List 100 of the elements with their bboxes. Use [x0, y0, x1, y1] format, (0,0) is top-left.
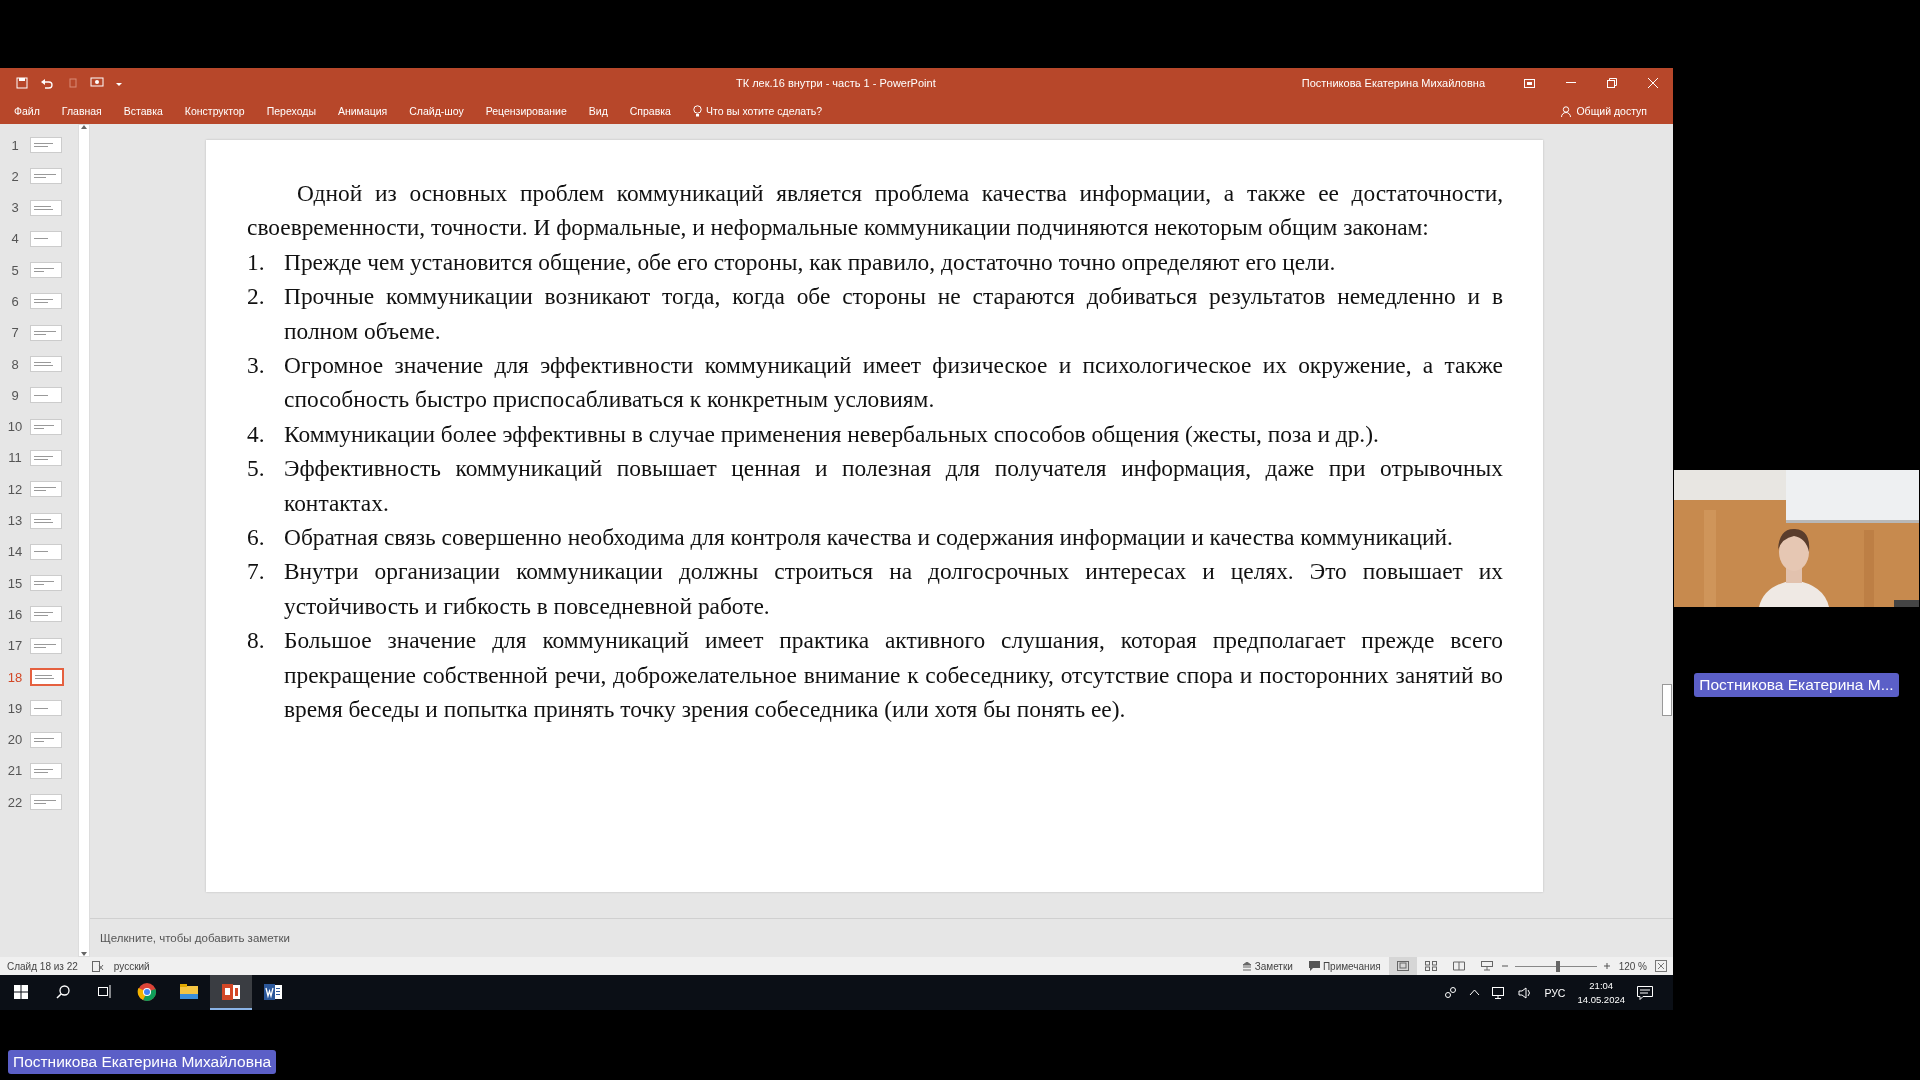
notes-placeholder[interactable]: Щелкните, чтобы добавить заметки [100, 932, 290, 944]
slide-thumbnail[interactable]: 6 [0, 290, 78, 313]
slide-thumbnail[interactable]: 22 [0, 791, 78, 814]
list-number: 3. [247, 351, 266, 381]
slide-thumbnail[interactable]: 14 [0, 540, 78, 563]
slide-preview [30, 481, 62, 498]
comments-button[interactable]: Примечания [1300, 960, 1389, 972]
slide-preview [30, 230, 62, 247]
language[interactable]: русский [113, 960, 150, 972]
slide-preview [30, 293, 62, 310]
slide-thumbnail[interactable]: 20 [0, 728, 78, 751]
list-item-text: Обратная связь совершенно необходима для контроля качества и содержания информации и качества коммуникаций. [284, 523, 1454, 553]
ribbon-tab[interactable]: Главная [61, 102, 102, 120]
slide-thumbnail[interactable]: 8 [0, 353, 78, 376]
window-title: ТК лек.16 внутри - часть 1 - PowerPoint [736, 77, 937, 89]
people-icon [1443, 985, 1458, 1000]
slide-thumbnail[interactable]: 3 [0, 196, 78, 219]
slide-thumbnail[interactable]: 10 [0, 415, 78, 438]
ribbon-tab[interactable]: Вид [588, 102, 608, 120]
slide-preview [30, 199, 62, 216]
slide-number: 16 [6, 606, 24, 622]
slide-thumbnail[interactable]: 19 [0, 697, 78, 720]
taskbar-app[interactable] [210, 975, 252, 1010]
slide-number: 5 [10, 262, 20, 278]
ribbon-tab[interactable]: Вставка [123, 102, 163, 120]
slide-preview [30, 262, 62, 279]
slide-preview [30, 700, 62, 717]
normal-view-button[interactable] [1388, 957, 1417, 975]
slide-preview [30, 543, 62, 560]
list-item-text: Прежде чем установится общение, обе его стороны, как правило, достаточно точно определяют его цели. [284, 247, 1337, 277]
slide-thumbnail[interactable]: 13 [0, 509, 78, 532]
zoom-level[interactable]: 120 % [1610, 960, 1655, 972]
list-item-text: Коммуникации более эффективны в случае применения невербальных способов общения (жесты, поза и др.). [284, 419, 1380, 449]
slide-thumbnail[interactable]: 15 [0, 572, 78, 595]
notifications-icon [1637, 985, 1653, 1000]
slide-number: 14 [6, 544, 24, 560]
ribbon-tab[interactable]: Справка [629, 102, 671, 120]
slide-thumbnail[interactable]: 11 [0, 446, 78, 469]
slide-number: 9 [10, 387, 20, 403]
clock[interactable]: 21:04 14.05.2024 [1577, 978, 1625, 1007]
slideshow-icon [90, 77, 104, 89]
search-icon [56, 984, 70, 999]
slide-preview [30, 668, 64, 687]
slide-number: 19 [6, 700, 24, 716]
slide-thumbnail[interactable]: 4 [0, 227, 78, 250]
slide-number: 8 [10, 356, 20, 372]
windows-icon [14, 984, 28, 999]
slide-preview [30, 512, 62, 529]
fit-to-window-icon [1655, 960, 1667, 972]
tell-me-button[interactable]: Что вы хотите сделать? [692, 105, 823, 117]
slide-thumbnail[interactable]: 2 [0, 165, 78, 188]
slide-thumbnail[interactable]: 12 [0, 478, 78, 501]
list-item-text: Огромное значение для эффективности коммуникаций имеет физическое и психологическое их окружение, а также способность быстро приспосабливаться к конкретным условиям. [284, 351, 1503, 415]
notes-button[interactable]: Заметки [1233, 960, 1301, 972]
slide-thumbnail[interactable]: 1 [0, 134, 78, 156]
list-number: 1. [247, 247, 266, 277]
scrollbar[interactable] [78, 124, 90, 957]
comment-icon [1308, 961, 1320, 971]
list-number: 8. [247, 626, 266, 656]
slide-number: 3 [10, 200, 20, 216]
slide-preview [30, 324, 62, 341]
slide-thumbnail[interactable]: 16 [0, 603, 78, 626]
slide-number: 12 [6, 481, 24, 497]
lightbulb-icon [692, 105, 702, 117]
slide-thumbnail[interactable]: 17 [0, 634, 78, 657]
slide-thumbnail[interactable]: 21 [0, 759, 78, 782]
slide-preview [30, 606, 62, 623]
chrome-icon [137, 981, 157, 1002]
minimize-icon [1565, 82, 1576, 84]
list-item-text: Большое значение для коммуникаций имеет практика активного слушания, которая предполагает прежде всего прекращение собственной речи, доброжелательное внимание к собеседнику, отсутствие спора и посторонних занятий во время беседы и попытка принять точку зрения собеседника (или хотя бы понять ее). [284, 626, 1503, 725]
spellcheck-icon [91, 960, 104, 972]
share-button[interactable]: Общий доступ [1555, 104, 1653, 118]
participant-name: Постникова Екатерина М... [1694, 673, 1899, 697]
slide-number: 1 [10, 137, 20, 153]
ribbon-tab[interactable]: Конструктор [184, 102, 245, 120]
ribbon-tab[interactable]: Переходы [266, 102, 316, 120]
ribbon-tab[interactable]: Рецензирование [485, 102, 567, 120]
zoom-slider-thumb[interactable] [1556, 960, 1561, 972]
powerpoint-icon [221, 982, 241, 1001]
slide-preview [30, 762, 62, 779]
ribbon-tab[interactable]: Анимация [337, 102, 388, 120]
slide-preview [30, 356, 62, 373]
slide-thumbnail[interactable]: 5 [0, 259, 78, 282]
list-number: 7. [247, 557, 266, 587]
ribbon-tab[interactable]: Слайд-шоу [409, 102, 464, 120]
ribbon-tab[interactable]: Файл [14, 102, 40, 120]
zoom-out-icon [1500, 962, 1509, 970]
list-number: 5. [247, 454, 266, 484]
undo-icon [40, 77, 56, 89]
folder-icon [179, 982, 199, 1001]
slide-number: 17 [6, 638, 24, 654]
input-language[interactable]: РУС [1544, 986, 1566, 999]
slide-thumbnail[interactable]: 9 [0, 384, 78, 407]
slide-number: 13 [6, 513, 24, 529]
presentation-icon [1480, 961, 1493, 971]
list-item-text: Эффективность коммуникаций повышает ценная и полезная для получателя информация, даже при отрывочных контактах. [284, 454, 1503, 518]
task-view-icon [98, 985, 112, 998]
slide-thumbnail[interactable]: 18 [0, 666, 78, 689]
slide-thumbnail[interactable]: 7 [0, 321, 78, 344]
chevron-up-icon [1469, 989, 1481, 996]
